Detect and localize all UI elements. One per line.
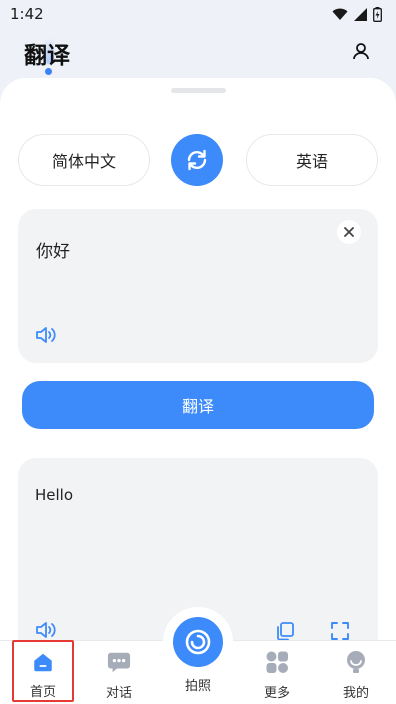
fullscreen-icon[interactable] bbox=[330, 621, 350, 641]
close-icon bbox=[344, 227, 354, 237]
user-icon bbox=[347, 651, 365, 673]
tab-dialog-label: 对话 bbox=[105, 686, 132, 701]
home-icon bbox=[34, 653, 52, 672]
header: 翻译 bbox=[0, 28, 396, 76]
drag-handle[interactable] bbox=[171, 88, 226, 93]
title-dot bbox=[45, 68, 52, 75]
chat-icon bbox=[107, 652, 131, 673]
tab-mine[interactable]: 我的 bbox=[324, 640, 388, 702]
tab-more-label: 更多 bbox=[263, 686, 290, 701]
clear-button[interactable] bbox=[337, 220, 361, 244]
input-card[interactable]: 你好 bbox=[18, 209, 378, 363]
grid-icon bbox=[266, 651, 288, 673]
speaker-icon[interactable] bbox=[35, 621, 57, 639]
translate-button[interactable]: 翻译 bbox=[22, 381, 374, 429]
tab-photo[interactable]: 拍照 bbox=[166, 640, 230, 702]
swap-languages-button[interactable] bbox=[171, 134, 223, 186]
tab-home[interactable]: 首页 bbox=[12, 640, 74, 702]
language-selector: 简体中文 英语 bbox=[18, 134, 378, 186]
swap-icon bbox=[187, 149, 207, 171]
tab-mine-label: 我的 bbox=[342, 686, 369, 701]
tab-home-label: 首页 bbox=[29, 685, 56, 700]
status-bar: 1:42 bbox=[0, 0, 396, 28]
tab-more[interactable]: 更多 bbox=[245, 640, 309, 702]
page-title: 翻译 bbox=[24, 43, 70, 69]
source-language-button[interactable]: 简体中文 bbox=[18, 134, 150, 186]
status-icons bbox=[332, 6, 382, 22]
main-sheet: 简体中文 英语 你好 翻译 Hello bbox=[0, 78, 396, 648]
output-text: Hello bbox=[35, 486, 74, 504]
target-language-button[interactable]: 英语 bbox=[246, 134, 378, 186]
signal-icon bbox=[354, 7, 367, 21]
copy-icon[interactable] bbox=[275, 621, 295, 641]
input-text[interactable]: 你好 bbox=[36, 237, 70, 262]
battery-icon bbox=[373, 6, 382, 22]
profile-icon[interactable] bbox=[352, 42, 370, 60]
wifi-icon bbox=[332, 8, 348, 20]
status-time: 1:42 bbox=[10, 5, 44, 23]
speaker-icon[interactable] bbox=[35, 326, 57, 344]
tab-dialog[interactable]: 对话 bbox=[87, 640, 151, 702]
tab-photo-label: 拍照 bbox=[184, 679, 211, 694]
